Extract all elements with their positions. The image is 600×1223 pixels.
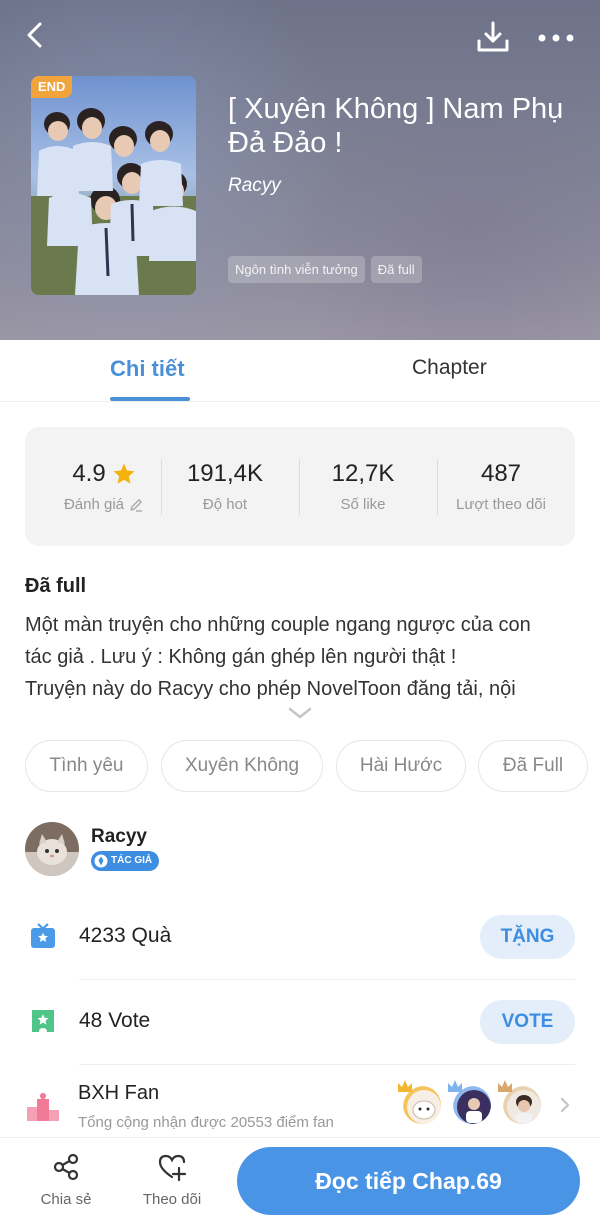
description-line: Một màn truyện cho những couple ngang ng… xyxy=(25,614,531,636)
author-role-badge: TÁC GIẢ xyxy=(91,851,160,871)
fan-points-summary: Tổng cộng nhận được 20553 điểm fan xyxy=(78,1114,334,1131)
description-line: Truyện này do Racyy cho phép NovelToon đ… xyxy=(25,678,516,700)
hot-value: 191,4K xyxy=(186,460,264,487)
description-line: tác giả . Lưu ý : Không gán ghép lên ngư… xyxy=(25,646,457,668)
back-arrow-icon xyxy=(27,22,42,48)
followers-label: Lượt theo dõi xyxy=(456,496,546,513)
gift-count: 4233 Quà xyxy=(79,924,172,947)
tab-chapter[interactable]: Chapter xyxy=(412,356,487,380)
back-button[interactable] xyxy=(18,18,54,54)
stat-rating[interactable]: 4.9 Đánh giá xyxy=(35,460,173,513)
heart-plus-icon xyxy=(158,1154,187,1182)
book-author[interactable]: Racyy xyxy=(228,175,281,197)
author-badge-label: TÁC GIẢ xyxy=(111,855,153,866)
book-header: END [ Xuyên Không ] Nam Phụ Đả Đảo ! Rac… xyxy=(0,0,600,340)
continue-reading-button[interactable]: Đọc tiếp Chap.69 xyxy=(237,1147,580,1215)
star-icon xyxy=(113,463,135,484)
rating-value: 4.9 xyxy=(72,460,106,487)
author-name[interactable]: Racyy xyxy=(91,826,147,848)
share-icon xyxy=(53,1153,79,1181)
book-cover xyxy=(31,76,196,295)
genre-tags: Ngôn tình viễn tưởng Đã full xyxy=(228,256,422,283)
stat-likes: 12,7K Số like xyxy=(294,460,432,513)
rating-label: Đánh giá xyxy=(63,496,125,513)
download-button[interactable] xyxy=(474,18,512,56)
gift-button[interactable]: TẶNG xyxy=(480,915,575,959)
description[interactable]: Một màn truyện cho những couple ngang ng… xyxy=(25,609,580,705)
expand-description-button[interactable] xyxy=(286,703,314,723)
active-tab-indicator xyxy=(110,397,190,401)
follow-label: Theo dõi xyxy=(142,1191,202,1208)
end-badge: END xyxy=(31,76,73,98)
status-tag[interactable]: Đã full xyxy=(370,256,422,283)
edit-pencil-icon[interactable] xyxy=(128,497,144,513)
more-dots-icon xyxy=(538,34,574,42)
divider xyxy=(79,1064,575,1065)
completion-status: Đã full xyxy=(25,575,87,597)
bottom-action-bar: Chia sẻ Theo dõi Đọc tiếp Chap.69 xyxy=(0,1137,600,1223)
follow-button[interactable]: Theo dõi xyxy=(132,1152,212,1208)
hot-label: Độ hot xyxy=(202,496,248,513)
share-label: Chia sẻ xyxy=(40,1191,92,1208)
followers-value: 487 xyxy=(480,460,522,487)
crown-icon xyxy=(398,1080,412,1092)
more-options-button[interactable] xyxy=(536,22,576,52)
gift-row: 4233 Quà TẶNG xyxy=(25,894,575,980)
likes-label: Số like xyxy=(340,496,386,513)
stat-hot: 191,4K Độ hot xyxy=(156,460,294,513)
share-button[interactable]: Chia sẻ xyxy=(26,1152,106,1208)
chevron-right-icon xyxy=(560,1097,570,1113)
vote-row: 48 Vote VOTE xyxy=(25,979,575,1065)
chevron-down-icon xyxy=(288,707,312,719)
fan-ranking-row[interactable]: BXH Fan Tổng cộng nhận được 20553 điểm f… xyxy=(25,1067,575,1137)
fan-ranking-title: BXH Fan xyxy=(78,1082,160,1104)
crown-icon xyxy=(448,1080,462,1092)
keyword-tag[interactable]: Đã Full xyxy=(478,740,588,792)
download-icon xyxy=(477,21,509,52)
vote-count: 48 Vote xyxy=(79,1009,151,1032)
genre-tag[interactable]: Ngôn tình viễn tưởng xyxy=(228,256,365,283)
keyword-tags: Tình yêu Xuyên Không Hài Hước Đã Full xyxy=(25,740,600,792)
vote-ticket-icon xyxy=(32,1010,54,1032)
author-avatar[interactable] xyxy=(25,822,79,876)
likes-value: 12,7K xyxy=(331,460,395,487)
stats-card: 4.9 Đánh giá 191,4K Độ hot 12,7K Số like… xyxy=(25,427,575,546)
pen-badge-icon xyxy=(94,854,108,868)
vote-button[interactable]: VOTE xyxy=(480,1000,575,1044)
gift-icon xyxy=(31,923,55,948)
tab-bar: Chi tiết Chapter xyxy=(0,340,600,402)
podium-icon xyxy=(27,1093,59,1121)
book-title: [ Xuyên Không ] Nam Phụ Đả Đảo ! xyxy=(228,93,564,159)
keyword-tag[interactable]: Hài Hước xyxy=(336,740,466,792)
crown-icon xyxy=(498,1080,512,1092)
tab-details[interactable]: Chi tiết xyxy=(110,356,185,382)
stat-followers: 487 Lượt theo dõi xyxy=(432,460,570,513)
keyword-tag[interactable]: Xuyên Không xyxy=(161,740,323,792)
keyword-tag[interactable]: Tình yêu xyxy=(25,740,148,792)
